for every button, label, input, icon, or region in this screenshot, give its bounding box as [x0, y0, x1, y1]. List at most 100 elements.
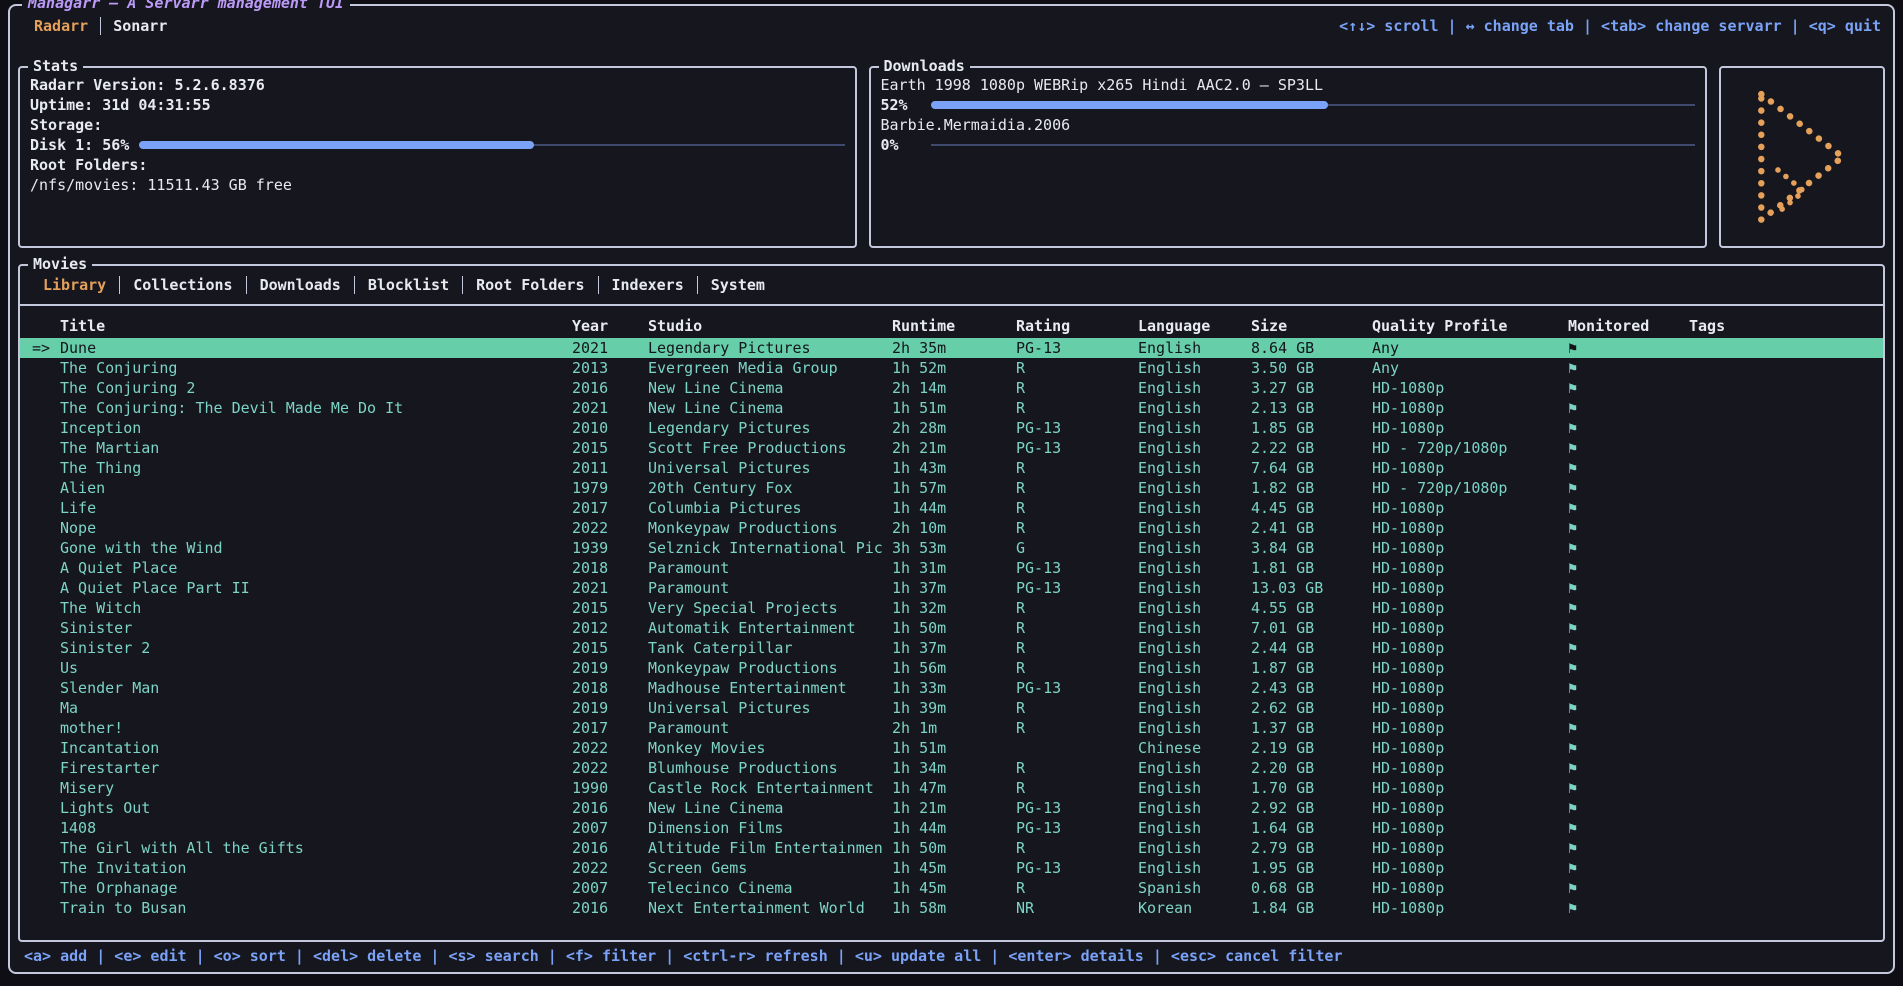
movie-runtime-cell: 1h 34m [892, 758, 1016, 778]
monitored-flag-icon: ⚑ [1568, 458, 1689, 478]
movies-tab[interactable]: Collections [119, 276, 245, 294]
movie-year-cell: 2013 [572, 358, 648, 378]
movie-quality-profile-cell: HD-1080p [1372, 698, 1568, 718]
movie-language-cell: English [1138, 618, 1251, 638]
downloads-panel-title: Downloads [879, 57, 970, 75]
movie-language-cell: English [1138, 598, 1251, 618]
movie-size-cell: 2.43 GB [1251, 678, 1372, 698]
monitored-flag-icon: ⚑ [1568, 638, 1689, 658]
movies-tab[interactable]: Downloads [246, 276, 354, 294]
movies-tab[interactable]: Library [30, 276, 119, 294]
movie-quality-profile-cell: HD-1080p [1372, 858, 1568, 878]
movie-row[interactable]: Life 2017 Columbia Pictures 1h 44m R Eng… [20, 498, 1883, 518]
movie-row[interactable]: Incantation 2022 Monkey Movies 1h 51m Ch… [20, 738, 1883, 758]
movie-row[interactable]: Alien 1979 20th Century Fox 1h 57m R Eng… [20, 478, 1883, 498]
column-header-title: Title [60, 314, 572, 338]
movie-studio-cell: Altitude Film Entertainmen [648, 838, 892, 858]
movie-language-cell: English [1138, 338, 1251, 358]
movies-tab[interactable]: Blocklist [354, 276, 462, 294]
movie-language-cell: English [1138, 358, 1251, 378]
movie-title-cell: Train to Busan [60, 898, 572, 918]
column-header-size: Size [1251, 314, 1372, 338]
movie-year-cell: 2022 [572, 738, 648, 758]
movie-year-cell: 1979 [572, 478, 648, 498]
movie-rating-cell: R [1016, 458, 1138, 478]
monitored-flag-icon: ⚑ [1568, 478, 1689, 498]
storage-label: Storage: [30, 115, 845, 135]
monitored-flag-icon: ⚑ [1568, 898, 1689, 918]
table-header-row: Title Year Studio Runtime Rating Languag… [20, 314, 1883, 338]
monitored-flag-icon: ⚑ [1568, 818, 1689, 838]
root-folder-line: /nfs/movies: 11511.43 GB free [30, 175, 845, 195]
movie-rating-cell: R [1016, 498, 1138, 518]
movie-row[interactable]: A Quiet Place 2018 Paramount 1h 31m PG-1… [20, 558, 1883, 578]
movie-row[interactable]: Sinister 2012 Automatik Entertainment 1h… [20, 618, 1883, 638]
movie-row[interactable]: Misery 1990 Castle Rock Entertainment 1h… [20, 778, 1883, 798]
movie-row[interactable]: Slender Man 2018 Madhouse Entertainment … [20, 678, 1883, 698]
movie-year-cell: 2021 [572, 338, 648, 358]
movie-year-cell: 2019 [572, 658, 648, 678]
movie-language-cell: English [1138, 778, 1251, 798]
movie-rating-cell: R [1016, 778, 1138, 798]
movie-title-cell: Life [60, 498, 572, 518]
servarr-tab[interactable]: Radarr [22, 17, 100, 35]
movie-row[interactable]: The Conjuring 2 2016 New Line Cinema 2h … [20, 378, 1883, 398]
movie-title-cell: Us [60, 658, 572, 678]
movie-row[interactable]: 1408 2007 Dimension Films 1h 44m PG-13 E… [20, 818, 1883, 838]
movie-row[interactable]: Sinister 2 2015 Tank Caterpillar 1h 37m … [20, 638, 1883, 658]
movie-row[interactable]: Nope 2022 Monkeypaw Productions 2h 10m R… [20, 518, 1883, 538]
movie-row[interactable]: The Witch 2015 Very Special Projects 1h … [20, 598, 1883, 618]
movies-tab[interactable]: Root Folders [462, 276, 597, 294]
movie-language-cell: English [1138, 718, 1251, 738]
movie-size-cell: 3.27 GB [1251, 378, 1372, 398]
servarr-tab[interactable]: Sonarr [100, 17, 179, 35]
movie-row[interactable]: mother! 2017 Paramount 2h 1m R English 1… [20, 718, 1883, 738]
monitored-flag-icon: ⚑ [1568, 618, 1689, 638]
servarr-tabbar: Radarr Sonarr <↑↓> scroll | ↔ change tab… [10, 13, 1893, 39]
movie-quality-profile-cell: HD-1080p [1372, 398, 1568, 418]
download-progress-line: 52% [881, 95, 1696, 115]
movie-row[interactable]: Ma 2019 Universal Pictures 1h 39m R Engl… [20, 698, 1883, 718]
disk-usage-gauge [139, 135, 844, 155]
movie-row[interactable]: Firestarter 2022 Blumhouse Productions 1… [20, 758, 1883, 778]
movie-rating-cell: R [1016, 698, 1138, 718]
downloads-panel: Downloads Earth 1998 1080p WEBRip x265 H… [869, 66, 1708, 248]
movie-row[interactable]: Train to Busan 2016 Next Entertainment W… [20, 898, 1883, 918]
monitored-flag-icon: ⚑ [1568, 738, 1689, 758]
movie-row[interactable]: Gone with the Wind 1939 Selznick Interna… [20, 538, 1883, 558]
movie-row[interactable]: A Quiet Place Part II 2021 Paramount 1h … [20, 578, 1883, 598]
movie-row[interactable]: The Orphanage 2007 Telecinco Cinema 1h 4… [20, 878, 1883, 898]
movie-size-cell: 2.22 GB [1251, 438, 1372, 458]
movie-size-cell: 4.55 GB [1251, 598, 1372, 618]
movie-rating-cell: PG-13 [1016, 798, 1138, 818]
movie-runtime-cell: 2h 35m [892, 338, 1016, 358]
movie-row[interactable]: => Dune 2021 Legendary Pictures 2h 35m P… [20, 338, 1883, 358]
movie-runtime-cell: 1h 37m [892, 638, 1016, 658]
column-header-studio: Studio [648, 314, 892, 338]
bottom-keybind-hints: <a> add | <e> edit | <o> sort | <del> de… [10, 942, 1893, 972]
movie-row[interactable]: The Invitation 2022 Screen Gems 1h 45m P… [20, 858, 1883, 878]
movie-runtime-cell: 1h 33m [892, 678, 1016, 698]
movie-runtime-cell: 2h 1m [892, 718, 1016, 738]
movie-language-cell: English [1138, 838, 1251, 858]
movie-row[interactable]: The Thing 2011 Universal Pictures 1h 43m… [20, 458, 1883, 478]
movie-title-cell: Sinister [60, 618, 572, 638]
movie-row[interactable]: The Martian 2015 Scott Free Productions … [20, 438, 1883, 458]
movie-row[interactable]: The Conjuring: The Devil Made Me Do It 2… [20, 398, 1883, 418]
movie-row[interactable]: The Girl with All the Gifts 2016 Altitud… [20, 838, 1883, 858]
movie-row[interactable]: Lights Out 2016 New Line Cinema 1h 21m P… [20, 798, 1883, 818]
movie-language-cell: English [1138, 578, 1251, 598]
movies-tab[interactable]: System [697, 276, 778, 294]
movie-studio-cell: Tank Caterpillar [648, 638, 892, 658]
movie-title-cell: Lights Out [60, 798, 572, 818]
disk-usage-line: Disk 1: 56% [30, 135, 845, 155]
movie-row[interactable]: The Conjuring 2013 Evergreen Media Group… [20, 358, 1883, 378]
movie-language-cell: English [1138, 458, 1251, 478]
movie-quality-profile-cell: HD-1080p [1372, 618, 1568, 638]
movie-row[interactable]: Us 2019 Monkeypaw Productions 1h 56m R E… [20, 658, 1883, 678]
movie-row[interactable]: Inception 2010 Legendary Pictures 2h 28m… [20, 418, 1883, 438]
movie-size-cell: 2.19 GB [1251, 738, 1372, 758]
movie-studio-cell: Evergreen Media Group [648, 358, 892, 378]
movie-size-cell: 2.41 GB [1251, 518, 1372, 538]
movies-tab[interactable]: Indexers [598, 276, 697, 294]
